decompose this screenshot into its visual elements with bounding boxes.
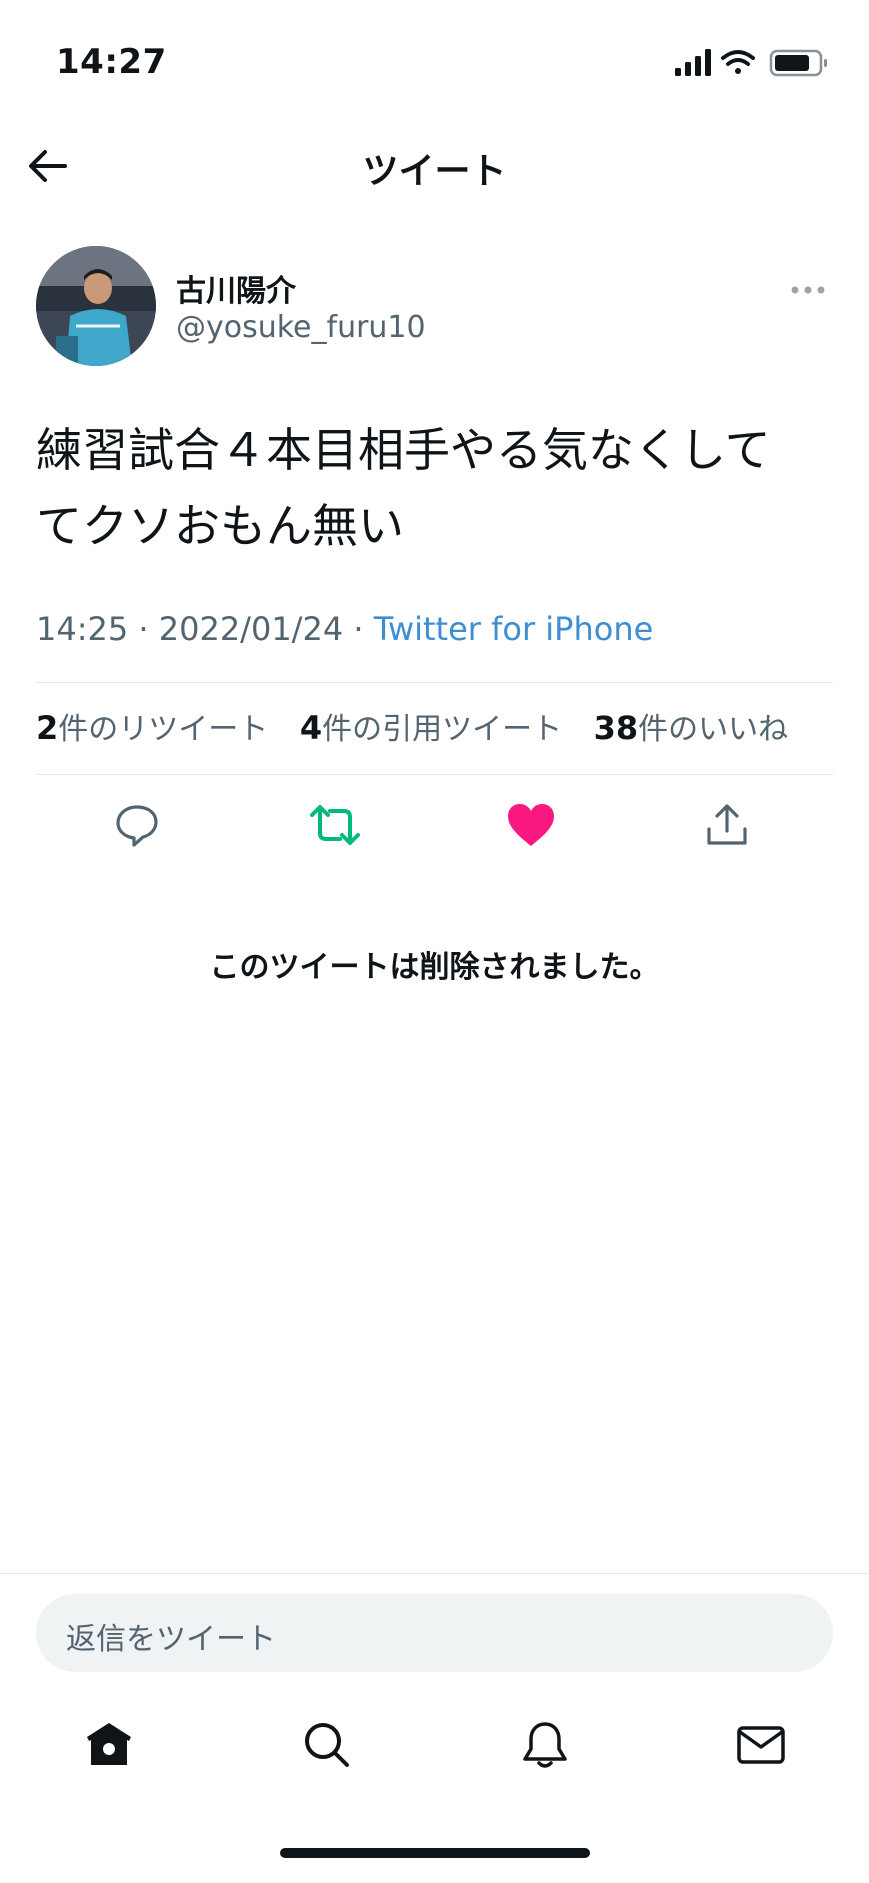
tweet-author: 古川陽介 @yosuke_furu10 [36,246,836,368]
quotes-stat[interactable]: 4件の引用ツイート [299,709,563,747]
meta-separator-2: · [353,610,364,648]
reply-input[interactable]: 返信をツイート [36,1594,833,1672]
likes-label: 件のいいね [638,712,789,747]
tweet-time: 14:25 [36,610,129,648]
share-icon [707,804,747,845]
tweet-text: 練習試合４本目相手やる気なくして てクソおもん無い [36,412,836,564]
avatar[interactable] [36,246,156,366]
cellular-signal-icon [675,49,711,76]
more-dots-icon [791,286,825,294]
likes-stat[interactable]: 38件のいいね [593,709,789,747]
author-handle[interactable]: @yosuke_furu10 [176,310,426,345]
retweets-stat[interactable]: 2件のリツイート [36,709,269,747]
like-button[interactable] [496,790,566,860]
tweet-actions [36,790,833,860]
retweet-button[interactable] [300,790,370,860]
battery-icon [769,49,827,77]
retweet-icon [310,805,360,845]
wifi-icon [721,50,755,74]
meta-separator-1: · [138,610,149,648]
tab-search[interactable] [292,1710,362,1780]
tab-home[interactable] [74,1710,144,1780]
status-bar: 14:27 [0,0,869,120]
tweet-source-link[interactable]: Twitter for iPhone [374,610,654,648]
like-icon [508,804,554,846]
divider [36,774,833,775]
nav-bar: ツイート [0,130,869,202]
reply-placeholder: 返信をツイート [66,1622,276,1657]
quotes-count: 4 [299,709,323,747]
deleted-tweet-notice: このツイートは削除されました。 [209,950,660,985]
search-icon [305,1723,349,1767]
reply-button[interactable] [102,790,172,860]
home-icon [87,1723,131,1765]
status-time: 14:27 [56,42,167,82]
tab-bar [0,1710,869,1800]
reply-icon [116,805,158,847]
tweet-text-line-2: てクソおもん無い [36,499,404,553]
retweets-label: 件のリツイート [58,712,269,747]
divider [0,1573,869,1574]
avatar-image [36,246,156,366]
tweet-stats: 2件のリツイート 4件の引用ツイート 38件のいいね [36,704,836,748]
status-icons [675,46,845,80]
author-name[interactable]: 古川陽介 [176,266,296,310]
page-title: ツイート [362,151,507,192]
tab-messages[interactable] [726,1710,796,1780]
messages-icon [737,1726,785,1764]
likes-count: 38 [593,709,639,747]
quotes-label: 件の引用ツイート [322,712,563,747]
notifications-icon [523,1722,567,1768]
divider [36,682,833,683]
home-indicator [280,1848,590,1858]
tweet-date: 2022/01/24 [158,610,344,648]
retweets-count: 2 [36,709,59,747]
tab-notifications[interactable] [510,1710,580,1780]
more-options-button[interactable] [780,270,836,310]
tweet-text-line-1: 練習試合４本目相手やる気なくして [36,423,771,477]
tweet-meta: 14:25 · 2022/01/24 · Twitter for iPhone [36,610,653,648]
share-button[interactable] [692,790,762,860]
